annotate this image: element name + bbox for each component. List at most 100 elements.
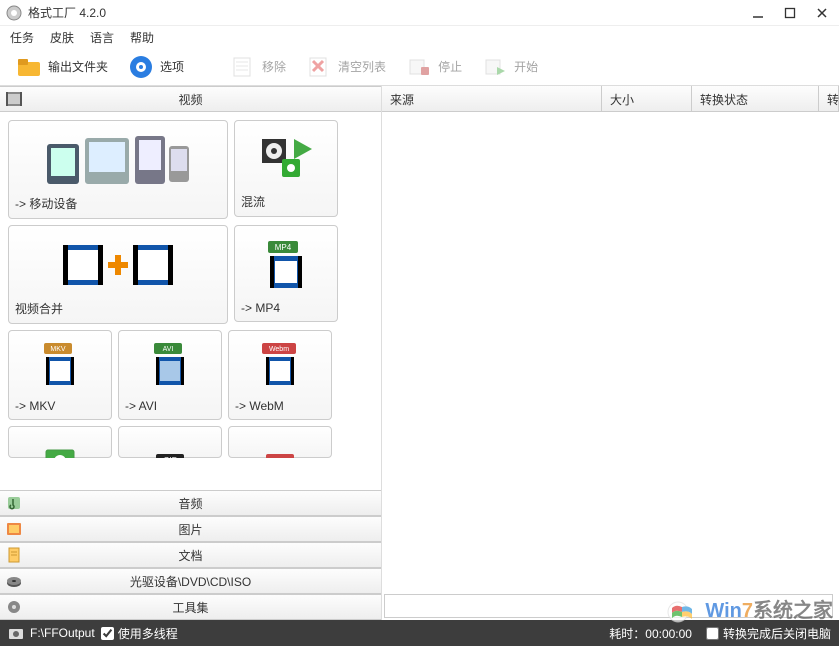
options-label: 选项 [160,58,184,75]
close-button[interactable] [811,4,833,22]
category-picture[interactable]: 图片 [0,516,381,542]
video-tiles-grid: -> 移动设备 混流 [0,112,381,490]
menu-task[interactable]: 任务 [10,29,34,46]
shutdown-input[interactable] [706,627,719,640]
col-source[interactable]: 来源 [382,86,602,111]
col-extra[interactable]: 转 [819,86,839,111]
app-logo-icon [6,5,22,21]
tile-join-label: 视频合并 [15,296,221,317]
left-panel: 视频 -> 移动设备 [0,86,382,620]
right-panel: 来源 大小 转换状态 转 [382,86,839,620]
menubar: 任务 皮肤 语言 帮助 [0,26,839,48]
webm-icon: Webm [235,337,325,395]
output-folder-button[interactable]: 输出文件夹 [10,51,114,83]
multithread-label: 使用多线程 [118,625,178,642]
menu-language[interactable]: 语言 [90,29,114,46]
category-audio[interactable]: 音频 [0,490,381,516]
disc-icon [0,573,28,589]
mobile-devices-icon [15,127,221,191]
category-disc-label: 光驱设备\DVD\CD\ISO [28,573,381,590]
tile-mkv[interactable]: MKV -> MKV [8,330,112,420]
multithread-input[interactable] [101,627,114,640]
start-button[interactable]: 开始 [476,51,544,83]
clear-label: 清空列表 [338,58,386,75]
tile-gif[interactable]: GIF [118,426,222,458]
wmv-icon: WMV [235,433,325,458]
remove-label: 移除 [262,58,286,75]
shutdown-checkbox[interactable]: 转换完成后关闭电脑 [706,625,831,642]
tile-partial-1[interactable] [8,426,112,458]
mux-icon [241,127,331,189]
avi-icon: AVI [125,337,215,395]
remove-button[interactable]: 移除 [224,51,292,83]
tile-wmv[interactable]: WMV [228,426,332,458]
picture-icon [0,522,28,536]
category-video[interactable]: 视频 [0,86,381,112]
camera-icon [8,626,24,640]
category-disc[interactable]: 光驱设备\DVD\CD\ISO [0,568,381,594]
titlebar: 格式工厂 4.2.0 [0,0,839,26]
play-icon [482,54,508,80]
document-icon [0,547,28,563]
tile-avi-label: -> AVI [125,395,215,413]
menu-help[interactable]: 帮助 [130,29,154,46]
mp4-icon: MP4 [241,232,331,297]
window-title: 格式工厂 4.2.0 [28,4,747,21]
tile-mkv-label: -> MKV [15,395,105,413]
clear-icon [306,54,332,80]
stop-button[interactable]: 停止 [400,51,468,83]
svg-text:MKV: MKV [50,346,66,353]
stop-label: 停止 [438,58,462,75]
format-icon [15,433,105,458]
tile-mp4-label: -> MP4 [241,297,331,315]
category-tools[interactable]: 工具集 [0,594,381,620]
svg-text:AVI: AVI [163,346,174,353]
remove-icon [230,54,256,80]
tile-mobile-device[interactable]: -> 移动设备 [8,120,228,219]
options-button[interactable]: 选项 [122,51,190,83]
tile-mux[interactable]: 混流 [234,120,338,217]
category-video-label: 视频 [28,91,381,108]
category-document-label: 文档 [28,547,381,564]
maximize-button[interactable] [779,4,801,22]
tools-gear-icon [0,599,28,615]
category-document[interactable]: 文档 [0,542,381,568]
task-list[interactable] [382,112,839,592]
preview-area [384,594,833,618]
minimize-button[interactable] [747,4,769,22]
tile-webm-label: -> WebM [235,395,325,413]
tile-mux-label: 混流 [241,189,331,210]
svg-text:GIF: GIF [163,456,176,458]
music-note-icon [0,495,28,511]
col-size[interactable]: 大小 [602,86,692,111]
output-folder-label: 输出文件夹 [48,58,108,75]
gear-icon [128,54,154,80]
clear-button[interactable]: 清空列表 [300,51,392,83]
menu-skin[interactable]: 皮肤 [50,29,74,46]
col-status[interactable]: 转换状态 [692,86,819,111]
tile-mp4[interactable]: MP4 -> MP4 [234,225,338,322]
start-label: 开始 [514,58,538,75]
film-icon [0,91,28,107]
statusbar: F:\FFOutput 使用多线程 耗时：00:00:00 转换完成后关闭电脑 [0,620,839,646]
elapsed-label: 耗时：00:00:00 [609,625,692,642]
tile-avi[interactable]: AVI -> AVI [118,330,222,420]
video-join-icon [15,232,221,296]
mkv-icon: MKV [15,337,105,395]
tile-webm[interactable]: Webm -> WebM [228,330,332,420]
tile-video-join[interactable]: 视频合并 [8,225,228,324]
task-list-header: 来源 大小 转换状态 转 [382,86,839,112]
gif-icon: GIF [125,433,215,458]
category-audio-label: 音频 [28,495,381,512]
svg-text:MP4: MP4 [275,243,292,252]
category-picture-label: 图片 [28,521,381,538]
category-tools-label: 工具集 [28,599,381,616]
output-path[interactable]: F:\FFOutput [30,626,95,640]
svg-text:Webm: Webm [269,346,289,353]
stop-icon [406,54,432,80]
tile-mobile-label: -> 移动设备 [15,191,221,212]
multithread-checkbox[interactable]: 使用多线程 [101,625,178,642]
toolbar: 输出文件夹 选项 移除 清空列表 停止 开始 [0,48,839,86]
folder-icon [16,54,42,80]
shutdown-label: 转换完成后关闭电脑 [723,625,831,642]
